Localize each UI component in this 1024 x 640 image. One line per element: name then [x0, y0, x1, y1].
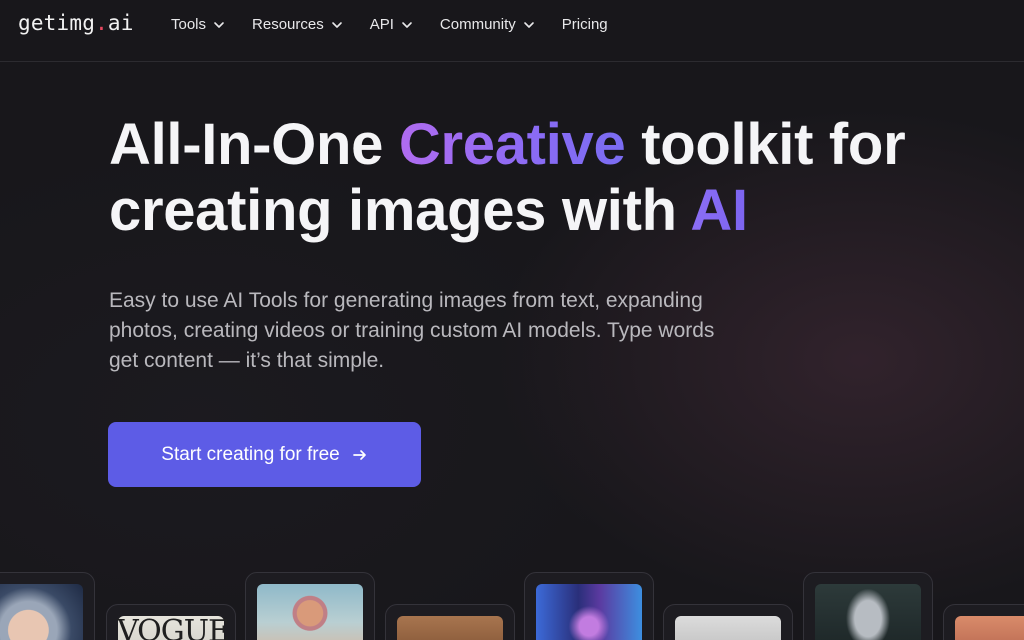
- headline-text: All-In-One: [109, 112, 399, 177]
- start-creating-button[interactable]: Start creating for free: [108, 422, 421, 487]
- top-navigation: getimg.ai Tools Resources API Community …: [0, 0, 1024, 62]
- logo-text-prefix: getimg: [18, 11, 96, 35]
- gallery-card-magazine[interactable]: VOGUE: [106, 604, 236, 640]
- gallery-card-interior[interactable]: [385, 604, 515, 640]
- gallery-image: [815, 584, 921, 640]
- hero-headline: All-In-One Creative toolkit for creating…: [109, 112, 1009, 244]
- gallery-card-skull[interactable]: [803, 572, 933, 640]
- nav-item-pricing[interactable]: Pricing: [562, 16, 608, 33]
- nav-item-resources[interactable]: Resources: [252, 16, 343, 33]
- headline-highlight: Creative: [398, 112, 626, 177]
- gallery-image: [536, 584, 642, 640]
- chevron-down-icon: [523, 19, 535, 31]
- gallery-image: [955, 616, 1024, 640]
- arrow-right-icon: [352, 447, 368, 463]
- headline-highlight-ai: AI: [690, 178, 748, 243]
- nav-item-label: Tools: [171, 16, 207, 33]
- logo[interactable]: getimg.ai: [18, 11, 134, 35]
- gallery-card-sphere[interactable]: [245, 572, 375, 640]
- gallery-card-light[interactable]: [663, 604, 793, 640]
- landing-page: getimg.ai Tools Resources API Community …: [0, 0, 1024, 640]
- chevron-down-icon: [401, 19, 413, 31]
- nav-item-tools[interactable]: Tools: [171, 16, 225, 33]
- nav-menu: Tools Resources API Community Pricing: [171, 16, 635, 33]
- logo-dot: .: [95, 11, 108, 35]
- nav-item-label: Pricing: [561, 16, 608, 33]
- magazine-title: VOGUE: [117, 614, 230, 640]
- gallery-card-warm[interactable]: [943, 604, 1024, 640]
- nav-item-label: Resources: [252, 16, 324, 33]
- chevron-down-icon: [213, 19, 225, 31]
- nav-item-label: API: [369, 16, 394, 33]
- nav-item-community[interactable]: Community: [440, 16, 535, 33]
- cta-label: Start creating for free: [161, 443, 340, 465]
- hero-subtitle: Easy to use AI Tools for generating imag…: [109, 289, 715, 372]
- gallery-image: [257, 584, 363, 640]
- gallery-card-robot[interactable]: [524, 572, 654, 640]
- gallery-image: [397, 616, 503, 640]
- logo-text-suffix: ai: [107, 11, 134, 35]
- nav-item-api[interactable]: API: [370, 16, 413, 33]
- chevron-down-icon: [331, 19, 343, 31]
- gallery-image: [675, 616, 781, 640]
- nav-item-label: Community: [439, 16, 516, 33]
- gallery-card-face[interactable]: [0, 572, 95, 640]
- gallery-image: [0, 584, 83, 640]
